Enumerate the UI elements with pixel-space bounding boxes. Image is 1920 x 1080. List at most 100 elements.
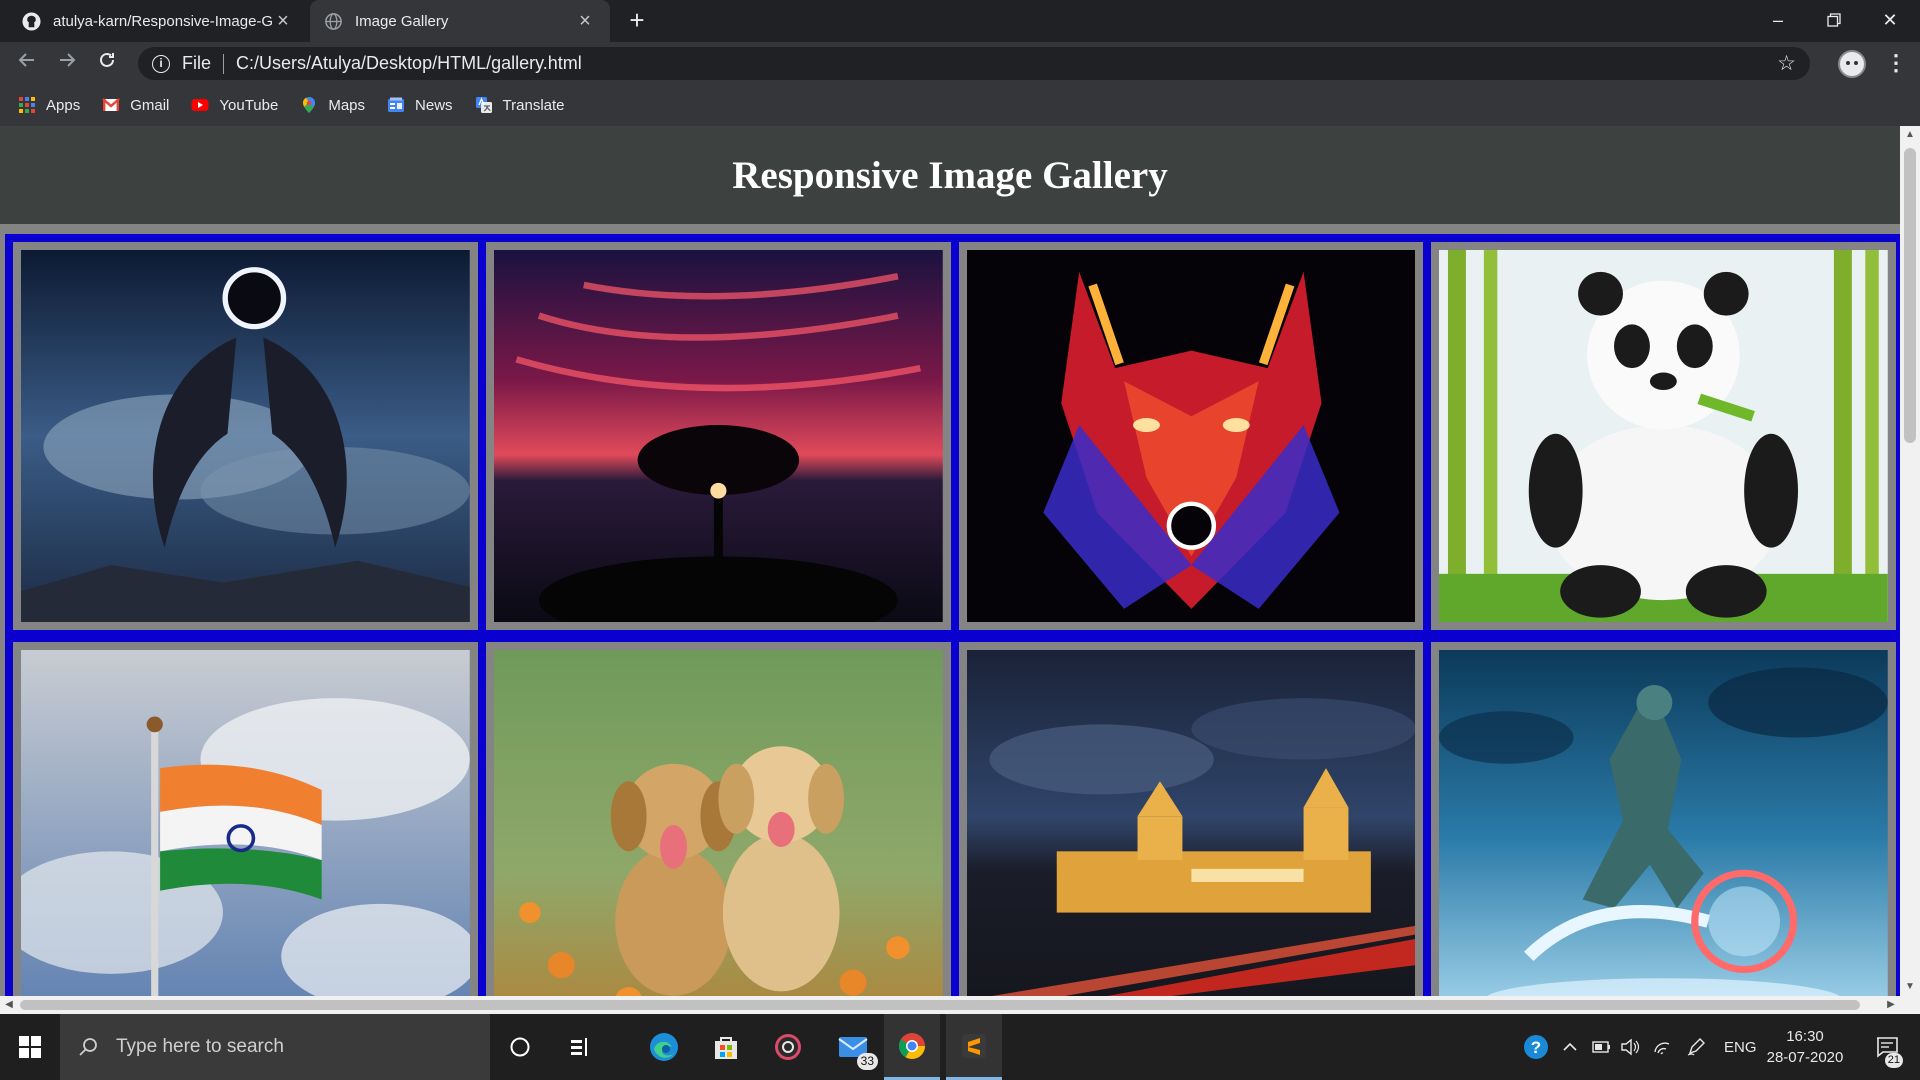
bookmark-label: Apps	[46, 96, 81, 114]
network-tray[interactable]	[1652, 1014, 1672, 1080]
gallery-card[interactable]	[13, 642, 478, 1014]
url-text[interactable]: C:/Users/Atulya/Desktop/HTML/gallery.htm…	[236, 53, 582, 74]
gallery-image-tree-sunset[interactable]	[493, 250, 943, 622]
music-disc-icon	[775, 1034, 801, 1060]
gallery-image-angel-wings[interactable]	[21, 250, 470, 622]
action-center-button[interactable]: 21	[1862, 1014, 1912, 1080]
back-arrow-icon	[18, 53, 34, 67]
horizontal-scroll-thumb[interactable]	[20, 1000, 1860, 1010]
translate-icon	[475, 97, 492, 113]
forward-arrow-icon	[60, 53, 76, 67]
page-title: Responsive Image Gallery	[732, 153, 1168, 197]
address-separator	[223, 53, 225, 74]
new-tab-button[interactable]: +	[622, 6, 652, 36]
gallery-card[interactable]	[485, 242, 951, 630]
search-placeholder: Type here to search	[116, 1036, 284, 1057]
tab-strip: atulya-karn/Responsive-Image-G × Image G…	[0, 0, 1920, 42]
taskbar-store[interactable]	[698, 1014, 754, 1080]
bookmark-maps[interactable]: Maps	[300, 96, 365, 114]
bookmarks-bar: Apps Gmail YouTube Maps News Translate	[0, 84, 1920, 126]
pen-tray[interactable]	[1686, 1014, 1706, 1080]
chrome-icon	[898, 1032, 926, 1059]
close-window-button[interactable]: ✕	[1862, 0, 1918, 40]
wifi-icon	[1654, 1042, 1670, 1055]
restore-button[interactable]	[1806, 0, 1862, 40]
bookmark-youtube[interactable]: YouTube	[191, 96, 278, 114]
close-tab-icon[interactable]: ×	[272, 10, 294, 33]
gallery-card[interactable]	[1431, 242, 1896, 630]
speaker-icon	[1621, 1038, 1640, 1056]
tab-title: atulya-karn/Responsive-Image-G	[53, 12, 272, 30]
gallery-image-robot[interactable]	[1439, 650, 1888, 1014]
bookmark-gmail[interactable]: Gmail	[102, 96, 169, 114]
gallery-card[interactable]	[13, 242, 478, 630]
gallery-image-puppies[interactable]	[493, 650, 943, 1014]
taskbar-search-box[interactable]: Type here to search	[60, 1014, 490, 1080]
gallery-image-panda[interactable]	[1439, 250, 1888, 622]
close-tab-icon[interactable]: ×	[574, 10, 596, 33]
gallery-image-neon-wolf[interactable]	[966, 250, 1416, 622]
scroll-left-icon[interactable]: ◀	[0, 996, 18, 1014]
chevron-up-icon	[1563, 1042, 1577, 1051]
battery-tray[interactable]	[1592, 1014, 1612, 1080]
tab-image-gallery[interactable]: Image Gallery ×	[310, 0, 610, 42]
bookmark-translate[interactable]: Translate	[475, 96, 565, 114]
search-icon	[79, 1038, 97, 1056]
back-button[interactable]	[12, 48, 42, 78]
vertical-scrollbar[interactable]: ▲ ▼	[1900, 126, 1920, 1014]
windows-logo-icon	[19, 1036, 41, 1058]
cortana-button[interactable]	[492, 1014, 548, 1080]
clock-time: 16:30	[1786, 1028, 1824, 1045]
bookmark-news[interactable]: News	[387, 96, 453, 114]
horizontal-scrollbar[interactable]: ◀ ▶	[0, 996, 1900, 1014]
page-viewport[interactable]: Responsive Image Gallery ▲ ▼ ◀ ▶	[0, 126, 1920, 1014]
volume-tray[interactable]	[1620, 1014, 1640, 1080]
forward-button[interactable]	[52, 48, 82, 78]
scroll-up-icon[interactable]: ▲	[1900, 126, 1920, 144]
bookmark-star-icon[interactable]: ☆	[1777, 51, 1796, 76]
tab-github[interactable]: atulya-karn/Responsive-Image-G ×	[8, 0, 308, 42]
gallery-image-flag[interactable]	[21, 650, 470, 1014]
scroll-right-icon[interactable]: ▶	[1882, 996, 1900, 1014]
gallery-card[interactable]	[485, 642, 951, 1014]
notification-count: 21	[1884, 1053, 1903, 1068]
vertical-scroll-thumb[interactable]	[1904, 148, 1916, 443]
task-view-button[interactable]	[552, 1014, 608, 1080]
address-bar[interactable]: i File C:/Users/Atulya/Desktop/HTML/gall…	[138, 47, 1810, 80]
image-gallery	[5, 234, 1900, 1014]
gallery-card[interactable]	[1431, 642, 1896, 1014]
reload-button[interactable]	[92, 48, 122, 78]
bookmark-apps[interactable]: Apps	[18, 96, 80, 114]
taskbar-clock[interactable]: 16:30 28-07-2020	[1760, 1014, 1850, 1080]
menu-kebab-icon[interactable]: ⋮	[1885, 50, 1907, 78]
task-view-icon	[571, 1038, 587, 1056]
bookmark-label: Gmail	[130, 96, 170, 114]
gallery-image-palace[interactable]	[966, 650, 1416, 1014]
minimize-button[interactable]: –	[1750, 0, 1806, 40]
github-icon	[22, 11, 41, 31]
site-info-icon[interactable]: i	[152, 54, 170, 73]
taskbar-mail[interactable]: 33	[826, 1014, 882, 1080]
store-icon	[715, 1037, 737, 1059]
maps-icon	[303, 97, 316, 113]
taskbar-groove[interactable]	[760, 1014, 816, 1080]
svg-text:?: ?	[1531, 1038, 1541, 1057]
sublime-text-icon	[962, 1033, 986, 1058]
language-indicator[interactable]: ENG	[1724, 1014, 1757, 1080]
edge-icon	[650, 1033, 678, 1061]
mail-badge: 33	[856, 1053, 878, 1070]
bookmark-label: Maps	[328, 96, 366, 114]
taskbar-edge[interactable]	[636, 1014, 692, 1080]
gallery-card[interactable]	[958, 642, 1424, 1014]
gallery-card[interactable]	[958, 242, 1424, 630]
taskbar-chrome[interactable]	[884, 1014, 940, 1080]
profile-avatar[interactable]	[1838, 50, 1866, 78]
reload-icon	[100, 52, 114, 67]
bookmark-label: News	[415, 96, 453, 114]
scroll-down-icon[interactable]: ▼	[1900, 978, 1920, 996]
help-tray[interactable]: ?	[1522, 1014, 1550, 1080]
battery-icon	[1592, 1041, 1610, 1053]
taskbar-sublime[interactable]	[946, 1014, 1002, 1080]
show-hidden-icons[interactable]	[1562, 1014, 1578, 1080]
start-button[interactable]	[0, 1014, 60, 1080]
